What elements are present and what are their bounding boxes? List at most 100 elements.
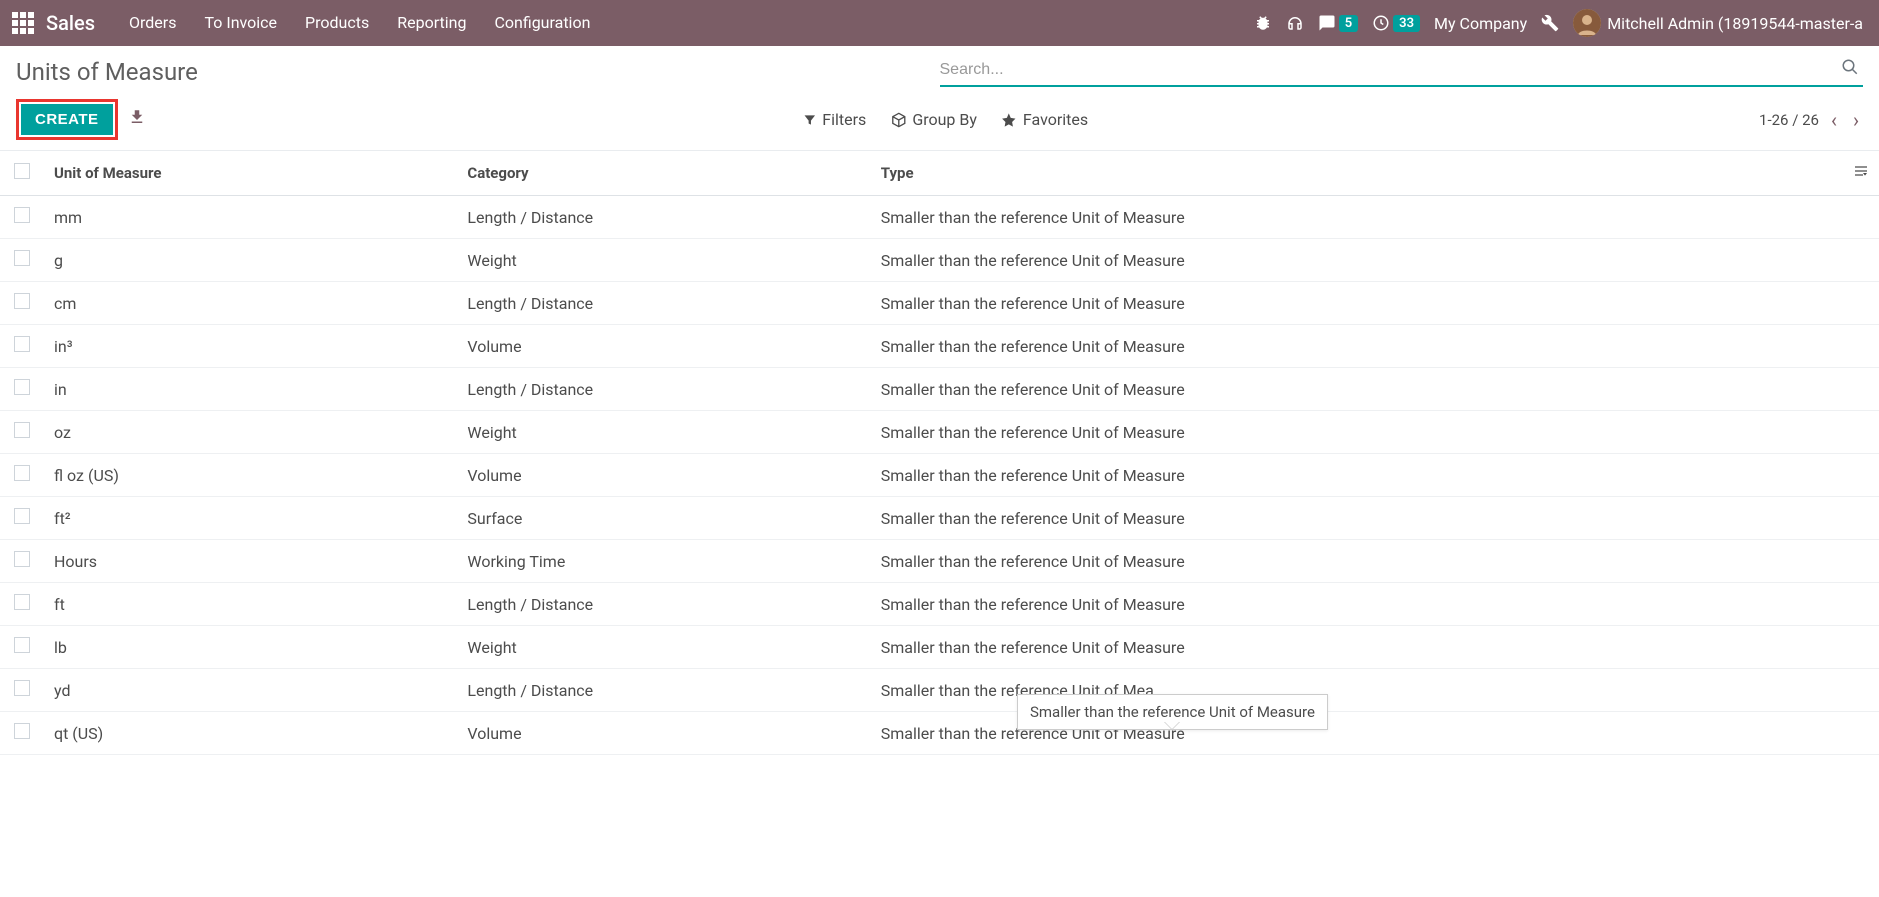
table-row[interactable]: mmLength / DistanceSmaller than the refe… bbox=[0, 196, 1879, 239]
row-checkbox[interactable] bbox=[14, 594, 30, 610]
favorites-label: Favorites bbox=[1023, 110, 1088, 129]
table-row[interactable]: inLength / DistanceSmaller than the refe… bbox=[0, 368, 1879, 411]
menu-configuration[interactable]: Configuration bbox=[480, 0, 604, 46]
row-checkbox[interactable] bbox=[14, 723, 30, 739]
col-header-name[interactable]: Unit of Measure bbox=[44, 151, 457, 196]
tools-icon[interactable] bbox=[1541, 14, 1559, 32]
list-view: Unit of Measure Category Type mmLength /… bbox=[0, 151, 1879, 755]
cell-type: Smaller than the reference Unit of Measu… bbox=[871, 325, 1839, 368]
row-checkbox[interactable] bbox=[14, 207, 30, 223]
table-row[interactable]: ftLength / DistanceSmaller than the refe… bbox=[0, 583, 1879, 626]
tooltip-text: Smaller than the reference Unit of Measu… bbox=[1030, 703, 1315, 721]
cell-name: lb bbox=[44, 626, 457, 669]
cell-type: Smaller than the reference Unit of Measu… bbox=[871, 712, 1839, 755]
menu-products[interactable]: Products bbox=[291, 0, 383, 46]
cell-name: g bbox=[44, 239, 457, 282]
activities-icon[interactable]: 33 bbox=[1372, 14, 1420, 32]
messages-badge: 5 bbox=[1339, 15, 1358, 32]
cell-type: Smaller than the reference Unit of Measu… bbox=[871, 196, 1839, 239]
table-row[interactable]: ozWeightSmaller than the reference Unit … bbox=[0, 411, 1879, 454]
select-all-checkbox[interactable] bbox=[14, 163, 30, 179]
app-brand[interactable]: Sales bbox=[46, 11, 95, 35]
filters-label: Filters bbox=[822, 110, 866, 129]
cell-category: Volume bbox=[457, 325, 870, 368]
pager-next-icon[interactable]: › bbox=[1849, 108, 1863, 132]
avatar bbox=[1573, 9, 1601, 37]
user-name: Mitchell Admin (18919544-master-a bbox=[1607, 14, 1863, 33]
columns-options-icon[interactable] bbox=[1853, 164, 1869, 183]
menu-orders[interactable]: Orders bbox=[115, 0, 190, 46]
row-checkbox[interactable] bbox=[14, 680, 30, 696]
favorites-button[interactable]: Favorites bbox=[1001, 110, 1088, 129]
row-checkbox[interactable] bbox=[14, 637, 30, 653]
row-checkbox[interactable] bbox=[14, 293, 30, 309]
cell-name: Hours bbox=[44, 540, 457, 583]
menu-reporting[interactable]: Reporting bbox=[383, 0, 480, 46]
menu-to-invoice[interactable]: To Invoice bbox=[190, 0, 291, 46]
cell-category: Weight bbox=[457, 239, 870, 282]
cell-type: Smaller than the reference Unit of Measu… bbox=[871, 239, 1839, 282]
cell-type: Smaller than the reference Unit of Measu… bbox=[871, 540, 1839, 583]
groupby-button[interactable]: Group By bbox=[890, 110, 977, 129]
cell-category: Length / Distance bbox=[457, 196, 870, 239]
table-row[interactable]: HoursWorking TimeSmaller than the refere… bbox=[0, 540, 1879, 583]
cell-type: Smaller than the reference Unit of Mea bbox=[871, 669, 1839, 712]
table-row[interactable]: cmLength / DistanceSmaller than the refe… bbox=[0, 282, 1879, 325]
cell-type: Smaller than the reference Unit of Measu… bbox=[871, 411, 1839, 454]
row-checkbox[interactable] bbox=[14, 250, 30, 266]
cell-category: Length / Distance bbox=[457, 282, 870, 325]
search-input[interactable] bbox=[940, 61, 1838, 79]
row-checkbox[interactable] bbox=[14, 551, 30, 567]
control-panel: Units of Measure CREATE Filters Group B bbox=[0, 46, 1879, 151]
groupby-label: Group By bbox=[912, 110, 977, 129]
create-button[interactable]: CREATE bbox=[21, 104, 113, 135]
row-checkbox[interactable] bbox=[14, 465, 30, 481]
pager-prev-icon[interactable]: ‹ bbox=[1827, 108, 1841, 132]
user-menu[interactable]: Mitchell Admin (18919544-master-a bbox=[1573, 9, 1863, 37]
table-row[interactable]: lbWeightSmaller than the reference Unit … bbox=[0, 626, 1879, 669]
cell-category: Surface bbox=[457, 497, 870, 540]
search-bar[interactable] bbox=[940, 58, 1864, 87]
cell-category: Volume bbox=[457, 712, 870, 755]
table-row[interactable]: gWeightSmaller than the reference Unit o… bbox=[0, 239, 1879, 282]
cell-type: Smaller than the reference Unit of Measu… bbox=[871, 583, 1839, 626]
table-row[interactable]: ydLength / DistanceSmaller than the refe… bbox=[0, 669, 1879, 712]
table-row[interactable]: in³VolumeSmaller than the reference Unit… bbox=[0, 325, 1879, 368]
cell-name: qt (US) bbox=[44, 712, 457, 755]
cell-name: oz bbox=[44, 411, 457, 454]
cell-name: yd bbox=[44, 669, 457, 712]
cell-category: Length / Distance bbox=[457, 669, 870, 712]
col-header-type[interactable]: Type bbox=[871, 151, 1839, 196]
main-menu: Orders To Invoice Products Reporting Con… bbox=[115, 0, 604, 46]
table-row[interactable]: ft²SurfaceSmaller than the reference Uni… bbox=[0, 497, 1879, 540]
cell-name: in bbox=[44, 368, 457, 411]
cell-category: Length / Distance bbox=[457, 583, 870, 626]
cell-name: ft² bbox=[44, 497, 457, 540]
search-icon[interactable] bbox=[1837, 58, 1863, 81]
cell-name: ft bbox=[44, 583, 457, 626]
activities-badge: 33 bbox=[1393, 15, 1420, 32]
filters-button[interactable]: Filters bbox=[802, 110, 866, 129]
tooltip: Smaller than the reference Unit of Measu… bbox=[1017, 694, 1328, 730]
company-selector[interactable]: My Company bbox=[1434, 14, 1527, 33]
row-checkbox[interactable] bbox=[14, 336, 30, 352]
import-icon[interactable] bbox=[128, 108, 146, 131]
row-checkbox[interactable] bbox=[14, 422, 30, 438]
row-checkbox[interactable] bbox=[14, 508, 30, 524]
cell-category: Weight bbox=[457, 626, 870, 669]
table-row[interactable]: qt (US)VolumeSmaller than the reference … bbox=[0, 712, 1879, 755]
table-row[interactable]: fl oz (US)VolumeSmaller than the referen… bbox=[0, 454, 1879, 497]
apps-icon[interactable] bbox=[12, 12, 34, 34]
cell-category: Weight bbox=[457, 411, 870, 454]
row-checkbox[interactable] bbox=[14, 379, 30, 395]
messages-icon[interactable]: 5 bbox=[1318, 14, 1358, 32]
cell-category: Working Time bbox=[457, 540, 870, 583]
debug-icon[interactable] bbox=[1254, 14, 1272, 32]
cell-name: cm bbox=[44, 282, 457, 325]
support-icon[interactable] bbox=[1286, 14, 1304, 32]
col-header-category[interactable]: Category bbox=[457, 151, 870, 196]
pager-text[interactable]: 1-26 / 26 bbox=[1759, 111, 1819, 129]
cell-name: in³ bbox=[44, 325, 457, 368]
cell-type: Smaller than the reference Unit of Measu… bbox=[871, 282, 1839, 325]
page-title: Units of Measure bbox=[16, 58, 940, 86]
